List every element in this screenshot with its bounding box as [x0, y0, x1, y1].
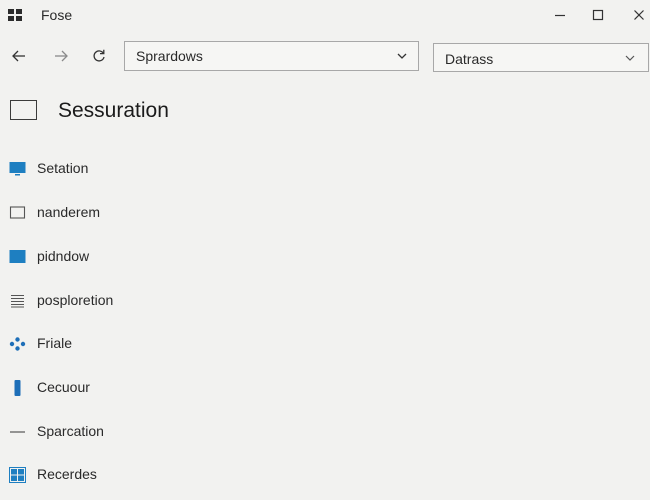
- monitor-icon: [9, 162, 26, 176]
- list-item-label: Setation: [37, 160, 89, 176]
- list-item-label: nanderem: [37, 204, 101, 220]
- minimize-icon: [555, 14, 565, 17]
- list-item-label: Friale: [37, 335, 73, 351]
- data-dropdown-value: Datrass: [445, 51, 494, 67]
- list-item-setation[interactable]: Setation: [0, 154, 260, 184]
- maximize-button[interactable]: [586, 4, 610, 26]
- list-item-label: pidndow: [37, 248, 90, 264]
- list-item-posploretion[interactable]: posplоretion: [0, 286, 260, 316]
- page-title: Sessuration: [58, 99, 169, 122]
- close-icon: [634, 10, 644, 20]
- arrow-right-icon: [55, 50, 68, 62]
- window-outline-icon: [9, 206, 26, 219]
- chevron-down-icon: [625, 55, 635, 61]
- window-title: Fose: [41, 7, 73, 23]
- phone-icon: [14, 380, 21, 396]
- address-dropdown[interactable]: Sprardows: [124, 41, 419, 71]
- chevron-down-icon: [397, 53, 407, 59]
- arrow-left-icon: [12, 50, 25, 62]
- list-item-label: Sparcation: [37, 423, 104, 439]
- list-item-label: posplоretion: [37, 292, 114, 308]
- title-bar: Fose: [0, 0, 650, 30]
- data-dropdown[interactable]: Datrass: [433, 43, 649, 72]
- maximize-icon: [592, 9, 604, 21]
- heading-frame-icon: [10, 100, 37, 120]
- list-item-sparcation[interactable]: Sparcation: [0, 417, 260, 447]
- list-item-pidndow[interactable]: pidndow: [0, 242, 260, 272]
- list-item-friale[interactable]: Friale: [0, 329, 260, 359]
- gamepad-icon: [9, 337, 26, 351]
- minimize-button[interactable]: [548, 4, 572, 26]
- app-grid-icon: [8, 9, 22, 21]
- list-item-label: Cecuour: [37, 379, 90, 395]
- list-item-label: Recerdes: [37, 466, 97, 482]
- forward-button[interactable]: [50, 45, 72, 67]
- lines-icon: [11, 295, 24, 308]
- window-filled-icon: [9, 250, 26, 263]
- address-value: Sprardows: [136, 48, 203, 64]
- back-button[interactable]: [8, 45, 30, 67]
- dash-icon: [10, 431, 25, 433]
- list-item-cecuour[interactable]: Cecuour: [0, 373, 260, 403]
- list-item-recerdes[interactable]: Recerdes: [0, 460, 260, 490]
- close-button[interactable]: [627, 4, 650, 26]
- refresh-button[interactable]: [88, 45, 110, 67]
- refresh-icon: [93, 49, 105, 62]
- list-item-nanderem[interactable]: nanderem: [0, 198, 260, 228]
- grid-icon: [9, 467, 26, 483]
